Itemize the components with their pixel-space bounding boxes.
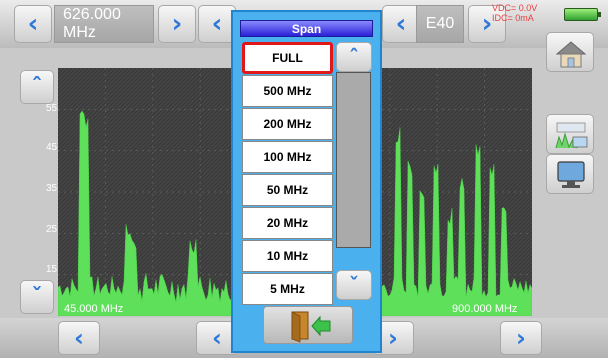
home-icon	[555, 41, 587, 68]
chevron-left-icon: ‹	[27, 9, 39, 39]
span-option-label: 10 MHz	[266, 249, 309, 263]
scale-down-button[interactable]: ˇ	[20, 280, 54, 314]
span-scroll-up-button[interactable]: ˆ	[336, 42, 372, 72]
y-axis-label: 55	[46, 103, 58, 114]
tv-monitor-icon	[557, 161, 585, 188]
scale-up-button[interactable]: ˆ	[20, 70, 54, 104]
exit-button[interactable]	[263, 306, 353, 344]
tv-monitor-button[interactable]	[546, 154, 594, 194]
span-option-10mhz[interactable]: 10 MHz	[242, 240, 333, 272]
chevron-right-icon: ›	[516, 324, 526, 352]
freq-increase-button[interactable]: ›	[158, 5, 196, 43]
chevron-right-icon: ›	[388, 324, 398, 352]
channel-value: E40	[425, 15, 455, 32]
span-option-label: FULL	[272, 51, 303, 65]
y-axis-label: 25	[46, 224, 58, 235]
span-option-label: 20 MHz	[266, 216, 309, 230]
idc-readout: IDC= 0mA	[492, 13, 534, 23]
span-option-full[interactable]: FULL	[242, 42, 333, 74]
span-option-label: 50 MHz	[266, 183, 309, 197]
frequency-field[interactable]: 626.000 MHz	[54, 5, 154, 43]
exit-door-icon	[291, 311, 331, 343]
chevron-left-icon: ‹	[74, 324, 84, 352]
chevron-right-icon: ›	[171, 9, 183, 39]
power-status: VDC= 0.0V IDC= 0mA	[492, 3, 537, 23]
span-option-50mhz[interactable]: 50 MHz	[242, 174, 333, 206]
span-scrollbar[interactable]	[336, 72, 371, 248]
span-dialog: Span FULL 500 MHz 200 MHz 100 MHz 50 MHz…	[231, 10, 382, 353]
spectrum-mode-button[interactable]	[546, 114, 594, 154]
chevron-down-icon: ˇ	[31, 284, 43, 310]
chevron-left-icon: ‹	[212, 324, 222, 352]
span-option-100mhz[interactable]: 100 MHz	[242, 141, 333, 173]
vdc-readout: VDC= 0.0V	[492, 3, 538, 13]
chevron-up-icon: ˆ	[349, 45, 359, 69]
span-option-200mhz[interactable]: 200 MHz	[242, 108, 333, 140]
channel-field[interactable]: E40	[416, 5, 464, 43]
chevron-right-icon: ›	[481, 9, 493, 39]
start-frequency-label: 45.000 MHz	[64, 303, 124, 315]
chevron-left-icon: ‹	[395, 9, 407, 39]
channel-decrease-button[interactable]: ‹	[382, 5, 420, 43]
span-option-500mhz[interactable]: 500 MHz	[242, 75, 333, 107]
frequency-value: 626.000 MHz	[63, 6, 121, 41]
span-option-label: 5 MHz	[270, 282, 305, 296]
span-option-20mhz[interactable]: 20 MHz	[242, 207, 333, 239]
span-option-label: 100 MHz	[263, 150, 312, 164]
chevron-up-icon: ˆ	[31, 74, 43, 100]
battery-icon	[564, 8, 601, 21]
stop-freq-increase-button[interactable]: ›	[500, 321, 542, 355]
y-axis-label: 35	[46, 183, 58, 194]
home-button[interactable]	[546, 32, 594, 72]
app-window: ‹ 626.000 MHz › ‹ ‹ E40 › VDC= 0.0V IDC=…	[0, 0, 608, 358]
span-scroll-down-button[interactable]: ˇ	[336, 270, 372, 300]
start-freq-decrease-button[interactable]: ‹	[58, 321, 100, 355]
y-axis-label: 15	[46, 264, 58, 275]
span-dialog-title: Span	[240, 20, 373, 37]
chevron-left-icon: ‹	[211, 9, 223, 39]
stop-frequency-label: 900.000 MHz	[452, 303, 518, 315]
chevron-down-icon: ˇ	[349, 273, 359, 297]
span-option-5mhz[interactable]: 5 MHz	[242, 273, 333, 305]
y-axis-label: 45	[46, 142, 58, 153]
span-option-label: 500 MHz	[263, 84, 312, 98]
spectrum-mode-icon	[555, 122, 588, 149]
span-option-label: 200 MHz	[263, 117, 312, 131]
freq-decrease-button[interactable]: ‹	[14, 5, 52, 43]
